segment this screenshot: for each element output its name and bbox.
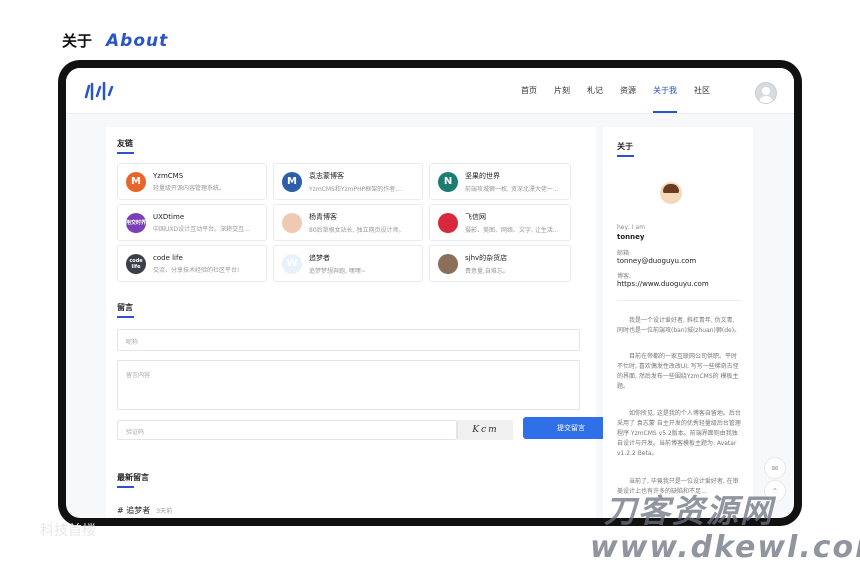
author-name: tonney: [617, 233, 645, 241]
main-content-card: 友链 M YzmCMS 轻量级开源内容管理系统。 M 袁志蒙博客 YzmCMS和YzmPH…: [106, 127, 619, 518]
friend-link-card[interactable]: W 追梦者追梦梦想奔跑, 嘿嘿~: [273, 245, 423, 282]
author-avatar: [660, 182, 682, 204]
watermark-left: 科技首楼: [40, 523, 96, 539]
nav-about[interactable]: 关于我: [653, 68, 677, 113]
friend-link-desc: 轻量级开源内容管理系统。: [153, 184, 226, 192]
friend-link-text: sjhv的杂货店 费意量,自难忘。: [465, 253, 509, 275]
site-logo-icon[interactable]: [84, 81, 114, 101]
friend-link-logo: 用交时界: [126, 212, 147, 233]
friend-links-grid: M YzmCMS 轻量级开源内容管理系统。 M 袁志蒙博客 YzmCMS和YzmPHP框架…: [117, 163, 581, 282]
friend-link-logo: [438, 253, 458, 274]
message-section-title: 留言: [117, 303, 134, 318]
friend-link-logo-text: code life: [129, 257, 143, 270]
nav-notes[interactable]: 札记: [587, 68, 603, 113]
blog-label: 博客:: [617, 273, 632, 280]
friend-link-logo-text: M: [287, 176, 297, 187]
blog-value[interactable]: https://www.duoguyu.com: [617, 280, 709, 288]
friend-link-name: 坚果的世界: [465, 171, 500, 180]
friend-link-text: 袁志蒙博客 YzmCMS和YzmPHP框架的作者,...: [309, 171, 403, 193]
friend-link-logo: M: [126, 171, 146, 192]
friend-link-desc: YzmCMS和YzmPHP框架的作者,...: [309, 185, 403, 193]
friend-link-name: 袁志蒙博客: [309, 171, 344, 180]
nav-community[interactable]: 社区: [694, 68, 710, 113]
friend-link-logo: M: [282, 171, 302, 192]
friend-link-logo: [438, 212, 458, 233]
friend-link-desc: 中国UXD设计互动平台。深耕交互...: [153, 225, 250, 233]
about-sidebar: 关于 hey, I am tonney 邮箱: tonney@duoguyu.c…: [603, 127, 753, 518]
page-heading: 关于 About: [62, 30, 168, 51]
watermark-cn: 刀客资源网: [604, 492, 775, 530]
friend-link-desc: 前端攻城狮一枚, 资深北漂大佬一...: [465, 185, 559, 193]
friend-link-logo-text: M: [131, 176, 141, 187]
friend-link-name: 追梦者: [309, 253, 330, 262]
friend-link-logo: W: [282, 253, 302, 274]
mail-icon: ✉: [771, 463, 779, 473]
latest-author: # 追梦者: [117, 506, 151, 515]
nickname-input[interactable]: 昵称: [117, 329, 580, 351]
device-frame: 首页 片刻 札记 资源 关于我 社区 友链 M YzmCMS 轻量级开源内容管理系统…: [58, 60, 802, 526]
friend-link-card[interactable]: sjhv的杂货店 费意量,自难忘。: [429, 245, 571, 282]
friend-link-card[interactable]: M 袁志蒙博客 YzmCMS和YzmPHP框架的作者,...: [273, 163, 423, 200]
friend-link-card[interactable]: M YzmCMS 轻量级开源内容管理系统。: [117, 163, 267, 200]
nav-moments[interactable]: 片刻: [554, 68, 570, 113]
friend-link-card[interactable]: code life code life 交流、分享技术经验的社区平台!: [117, 245, 267, 282]
latest-section-title: 最新留言: [117, 473, 149, 488]
friend-link-desc: 摄影、美图、网络、文字, 让生活...: [465, 226, 559, 234]
avatar-body-icon: [759, 96, 773, 103]
friend-link-name: 飞信网: [465, 212, 486, 221]
friend-link-text: code life 交流、分享技术经验的社区平台!: [153, 254, 239, 274]
latest-time: 3天前: [156, 508, 173, 515]
email-label: 邮箱:: [617, 250, 632, 257]
friend-link-desc: 80后草根女站长, 独立网页设计师。: [309, 226, 405, 234]
about-paragraph-2: 目前在帝都的一家互联网公司供职。平时不忙时, 喜欢偶发性改改UI, 写写一些稀奇…: [617, 353, 739, 390]
about-paragraph-1: 我是一个设计爱好者, 斜杠青年, 伪文青, 同时也是一位前端攻(ban)城(zh…: [617, 317, 741, 334]
avatar-head-icon: [762, 87, 770, 95]
friend-link-text: UXDtime 中国UXD设计互动平台。深耕交互...: [153, 213, 250, 233]
friend-link-text: 杨青博客 80后草根女站长, 独立网页设计师。: [309, 212, 404, 234]
friend-link-card[interactable]: 飞信网摄影、美图、网络、文字, 让生活...: [429, 204, 571, 241]
friend-link-text: 追梦者追梦梦想奔跑, 嘿嘿~: [309, 253, 366, 275]
captcha-input[interactable]: 验证码: [117, 420, 457, 440]
friend-link-logo: code life: [126, 253, 146, 274]
heading-cn: 关于: [62, 32, 93, 50]
friend-link-logo: N: [438, 171, 458, 192]
friend-link-logo-text: N: [443, 176, 453, 187]
nav-home[interactable]: 首页: [521, 68, 537, 113]
friend-link-desc: 交流、分享技术经验的社区平台!: [153, 266, 240, 274]
friend-link-text: 坚果的世界前端攻城狮一枚, 资深北漂大佬一...: [465, 171, 559, 193]
links-section-title: 友链: [117, 139, 134, 154]
captcha-image[interactable]: Kcm: [457, 420, 513, 440]
friend-link-logo: [282, 212, 302, 233]
heading-en: About: [106, 31, 169, 51]
email-value[interactable]: tonney@duoguyu.com: [617, 257, 696, 265]
friend-link-logo-text: 用交时界: [126, 219, 147, 226]
friend-link-desc: 费意量,自难忘。: [465, 267, 509, 275]
friend-link-name: sjhv的杂货店: [465, 253, 508, 262]
message-textarea[interactable]: 留言内容: [117, 360, 580, 410]
latest-message-item[interactable]: # 追梦者 3天前: [117, 505, 172, 516]
friend-link-card[interactable]: N 坚果的世界前端攻城狮一枚, 资深北漂大佬一...: [429, 163, 571, 200]
friend-link-logo-text: W: [286, 258, 298, 269]
friend-link-name: 杨青博客: [309, 212, 337, 221]
friend-link-name: YzmCMS: [153, 171, 184, 180]
friend-link-name: UXDtime: [153, 212, 185, 221]
sidebar-divider: [617, 300, 741, 301]
friend-link-card[interactable]: 杨青博客 80后草根女站长, 独立网页设计师。: [273, 204, 423, 241]
sidebar-title: 关于: [617, 142, 634, 157]
about-paragraph-3: 如你所见, 这是我的个人博客自留地。后台采用了 袁志蒙 自主开发的优秀轻量级后台…: [617, 410, 741, 457]
friend-link-text: 飞信网摄影、美图、网络、文字, 让生活...: [465, 212, 559, 234]
friend-link-text: YzmCMS 轻量级开源内容管理系统。: [153, 172, 225, 192]
greeting: hey, I am: [617, 224, 646, 231]
friend-link-desc: 追梦梦想奔跑, 嘿嘿~: [309, 267, 366, 275]
friend-link-name: code life: [153, 253, 183, 262]
main-nav: 首页 片刻 札记 资源 关于我 社区: [521, 68, 727, 113]
watermark-url: www.dkewl.com: [590, 530, 860, 565]
top-navbar: 首页 片刻 札记 资源 关于我 社区: [66, 68, 794, 114]
message-float-button[interactable]: ✉: [764, 457, 786, 479]
nav-resources[interactable]: 资源: [620, 68, 636, 113]
friend-link-card[interactable]: 用交时界 UXDtime 中国UXD设计互动平台。深耕交互...: [117, 204, 267, 241]
user-avatar[interactable]: [755, 82, 777, 104]
browser-screen: 首页 片刻 札记 资源 关于我 社区 友链 M YzmCMS 轻量级开源内容管理系统…: [66, 68, 794, 518]
